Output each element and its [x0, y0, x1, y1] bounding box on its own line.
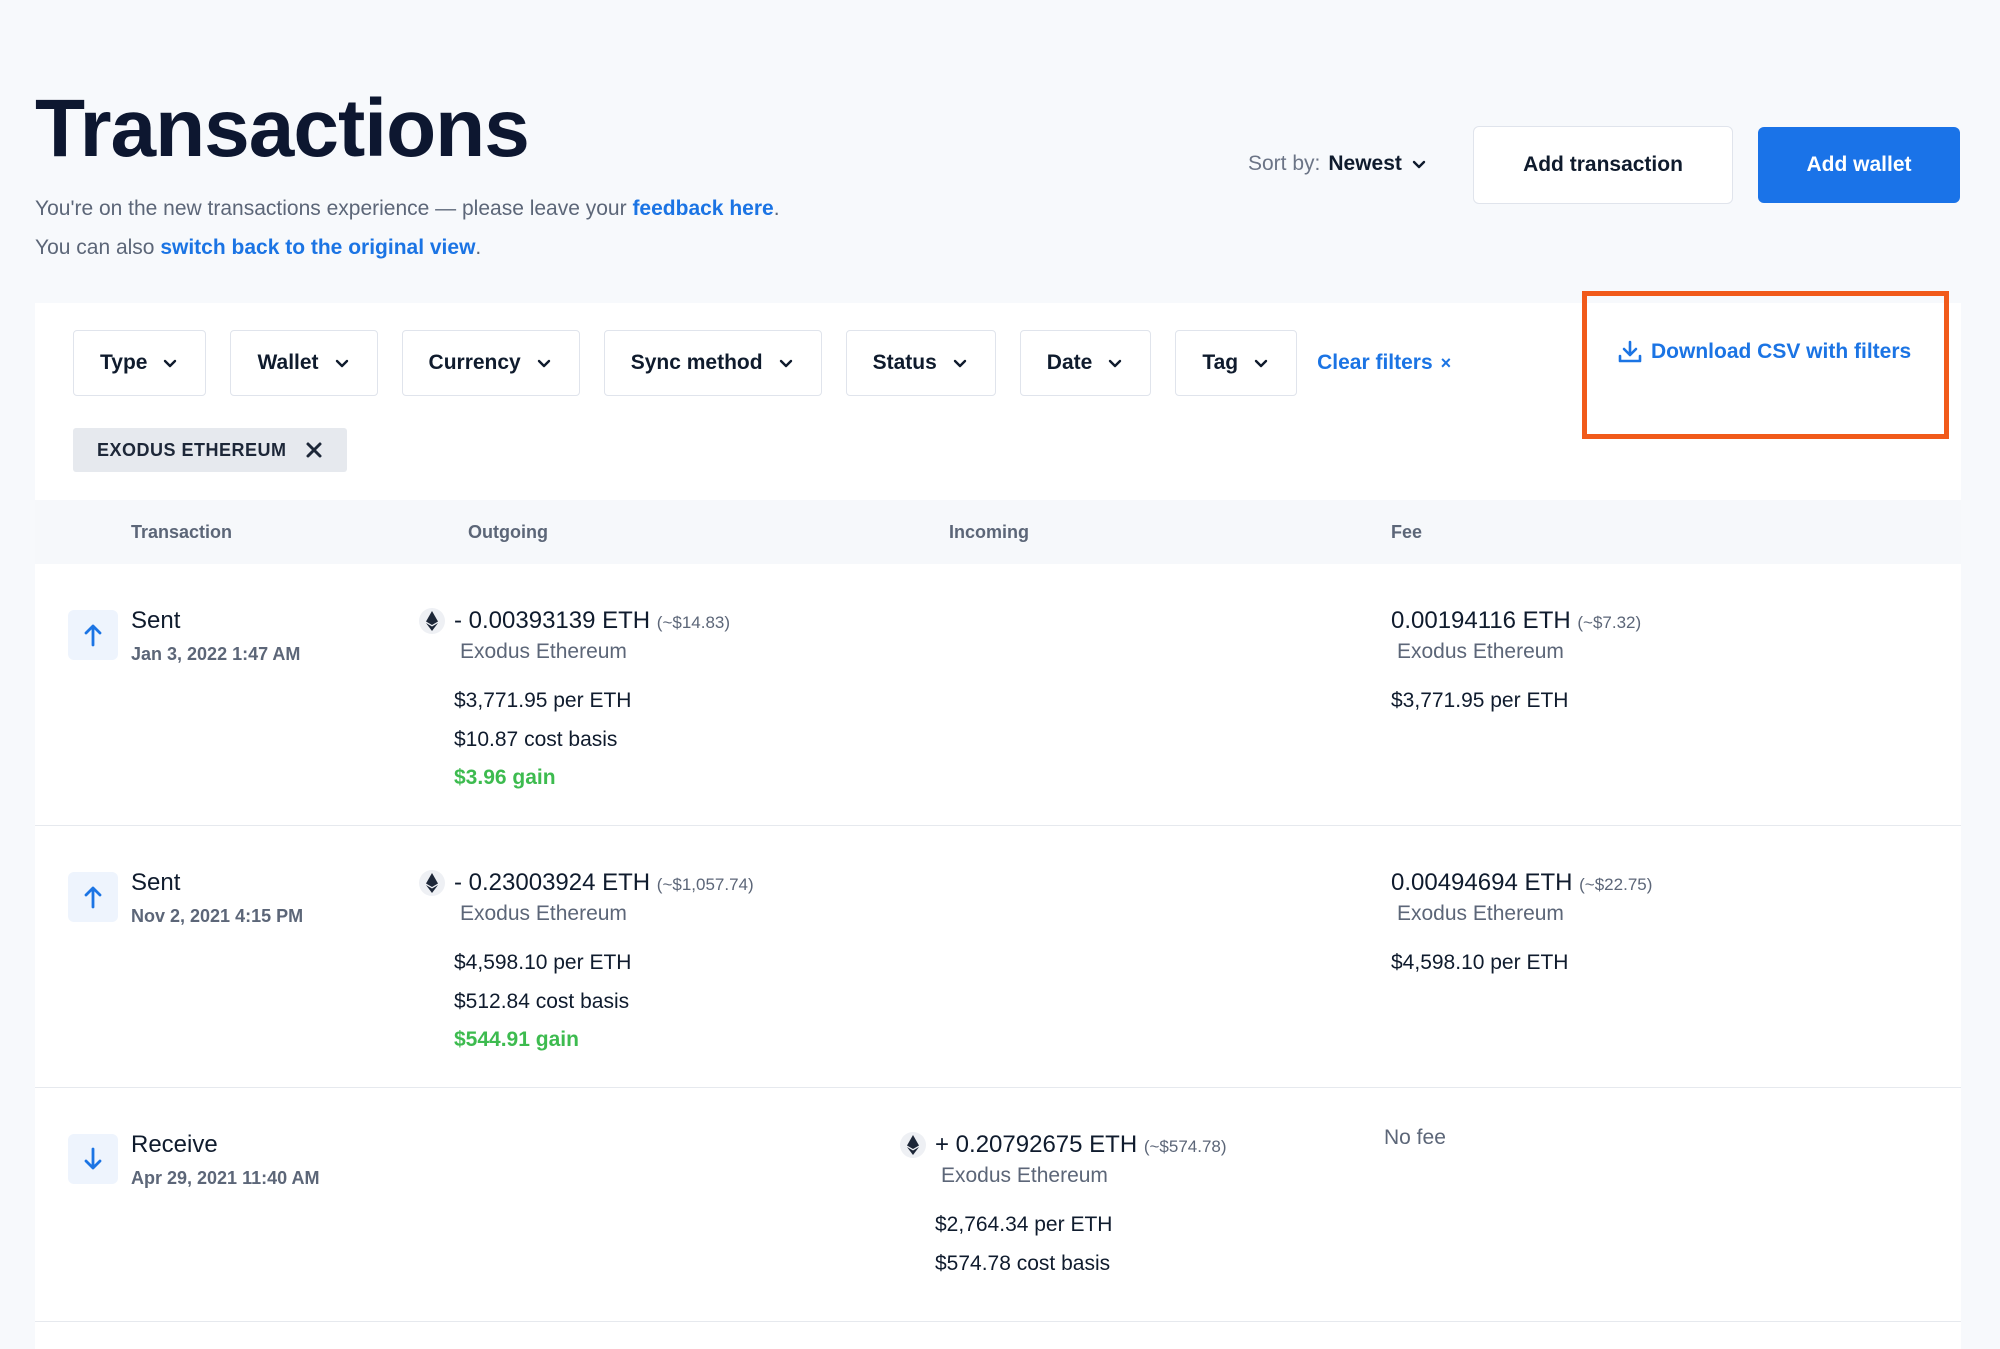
fee-amount: 0.00194116 ETH (~$7.32) — [1391, 607, 1642, 634]
page-title: Transactions — [35, 83, 530, 174]
outgoing-amount: - 0.23003924 ETH (~$1,057.74) — [454, 869, 754, 896]
active-filter-chip: EXODUS ETHEREUM — [73, 428, 347, 472]
transaction-date: Nov 2, 2021 4:15 PM — [131, 906, 304, 926]
fee-price: $4,598.10 per ETH — [1391, 951, 1569, 974]
transaction-type: Sent — [131, 869, 181, 896]
filter-date[interactable]: Date — [1019, 330, 1152, 396]
highlight-box: Download CSV with filters — [1582, 291, 1949, 439]
chevron-down-icon — [335, 359, 348, 368]
table-header: Transaction Outgoing Incoming Fee — [35, 500, 1961, 564]
table-row[interactable]: Receive Apr 29, 2021 11:40 AM + 0.207926… — [35, 1088, 1961, 1322]
transaction-date: Apr 29, 2021 11:40 AM — [131, 1168, 320, 1188]
arrow-down-icon — [68, 1134, 118, 1184]
outgoing-gain: $3.96 gain — [454, 766, 556, 789]
filter-type[interactable]: Type — [73, 330, 207, 396]
transaction-date: Jan 3, 2022 1:47 AM — [131, 644, 301, 664]
fee-price: $3,771.95 per ETH — [1391, 689, 1569, 712]
fee-wallet: Exodus Ethereum — [1397, 640, 1564, 663]
transaction-type: Sent — [131, 607, 181, 634]
column-header-outgoing: Outgoing — [468, 522, 548, 542]
outgoing-amount: - 0.00393139 ETH (~$14.83) — [454, 607, 731, 634]
ethereum-icon — [419, 608, 445, 634]
outgoing-wallet: Exodus Ethereum — [460, 640, 627, 663]
incoming-amount: + 0.20792675 ETH (~$574.78) — [935, 1131, 1227, 1158]
filter-bar: Type Wallet Currency Sync method Status … — [73, 330, 1451, 396]
ethereum-icon — [900, 1132, 926, 1158]
chevron-down-icon — [953, 359, 966, 368]
incoming-wallet: Exodus Ethereum — [941, 1164, 1108, 1187]
table-row[interactable]: Sent Jan 3, 2022 1:47 AM - 0.00393139 ET… — [35, 564, 1961, 826]
incoming-cost-basis: $574.78 cost basis — [935, 1252, 1111, 1275]
filter-currency[interactable]: Currency — [401, 330, 580, 396]
outgoing-price: $3,771.95 per ETH — [454, 689, 632, 712]
new-experience-notice: You're on the new transactions experienc… — [35, 197, 780, 220]
filter-status[interactable]: Status — [845, 330, 996, 396]
arrow-up-icon — [68, 872, 118, 922]
outgoing-price: $4,598.10 per ETH — [454, 951, 632, 974]
incoming-price: $2,764.34 per ETH — [935, 1213, 1113, 1236]
switch-view-notice: You can also switch back to the original… — [35, 236, 482, 259]
table-row[interactable]: Sent Nov 2, 2021 4:15 PM - 0.23003924 ET… — [35, 826, 1961, 1088]
arrow-up-icon — [68, 610, 118, 660]
outgoing-gain: $544.91 gain — [454, 1028, 579, 1051]
outgoing-cost-basis: $10.87 cost basis — [454, 728, 618, 751]
download-csv-link[interactable]: Download CSV with filters — [1617, 339, 1911, 365]
fee-amount: 0.00494694 ETH (~$22.75) — [1391, 869, 1653, 896]
chevron-down-icon — [537, 359, 550, 368]
outgoing-wallet: Exodus Ethereum — [460, 902, 627, 925]
filter-wallet[interactable]: Wallet — [230, 330, 378, 396]
transactions-panel: Type Wallet Currency Sync method Status … — [35, 291, 1961, 1349]
outgoing-cost-basis: $512.84 cost basis — [454, 990, 630, 1013]
chevron-down-icon — [1254, 359, 1268, 368]
ethereum-icon — [419, 870, 445, 896]
close-icon[interactable] — [305, 441, 323, 459]
column-header-fee: Fee — [1391, 522, 1423, 542]
transaction-type: Receive — [131, 1131, 218, 1158]
close-icon: × — [1440, 352, 1452, 373]
filter-sync-method[interactable]: Sync method — [603, 330, 822, 396]
chevron-down-icon — [1412, 160, 1426, 169]
filter-tag[interactable]: Tag — [1175, 330, 1298, 396]
fee-wallet: Exodus Ethereum — [1397, 902, 1564, 925]
column-header-incoming: Incoming — [949, 522, 1029, 542]
add-transaction-button[interactable]: Add transaction — [1473, 126, 1733, 204]
clear-filters-link[interactable]: Clear filters × — [1317, 351, 1451, 375]
add-wallet-button[interactable]: Add wallet — [1758, 127, 1960, 203]
sort-dropdown[interactable]: Sort by: Newest — [1248, 152, 1428, 176]
chevron-down-icon — [779, 359, 792, 368]
no-fee-label: No fee — [1384, 1126, 1446, 1149]
switch-original-view-link[interactable]: switch back to the original view — [160, 236, 475, 259]
download-icon — [1618, 340, 1642, 363]
chevron-down-icon — [1109, 359, 1122, 368]
feedback-link[interactable]: feedback here — [632, 197, 773, 220]
column-header-transaction: Transaction — [131, 522, 233, 542]
chevron-down-icon — [164, 359, 177, 368]
